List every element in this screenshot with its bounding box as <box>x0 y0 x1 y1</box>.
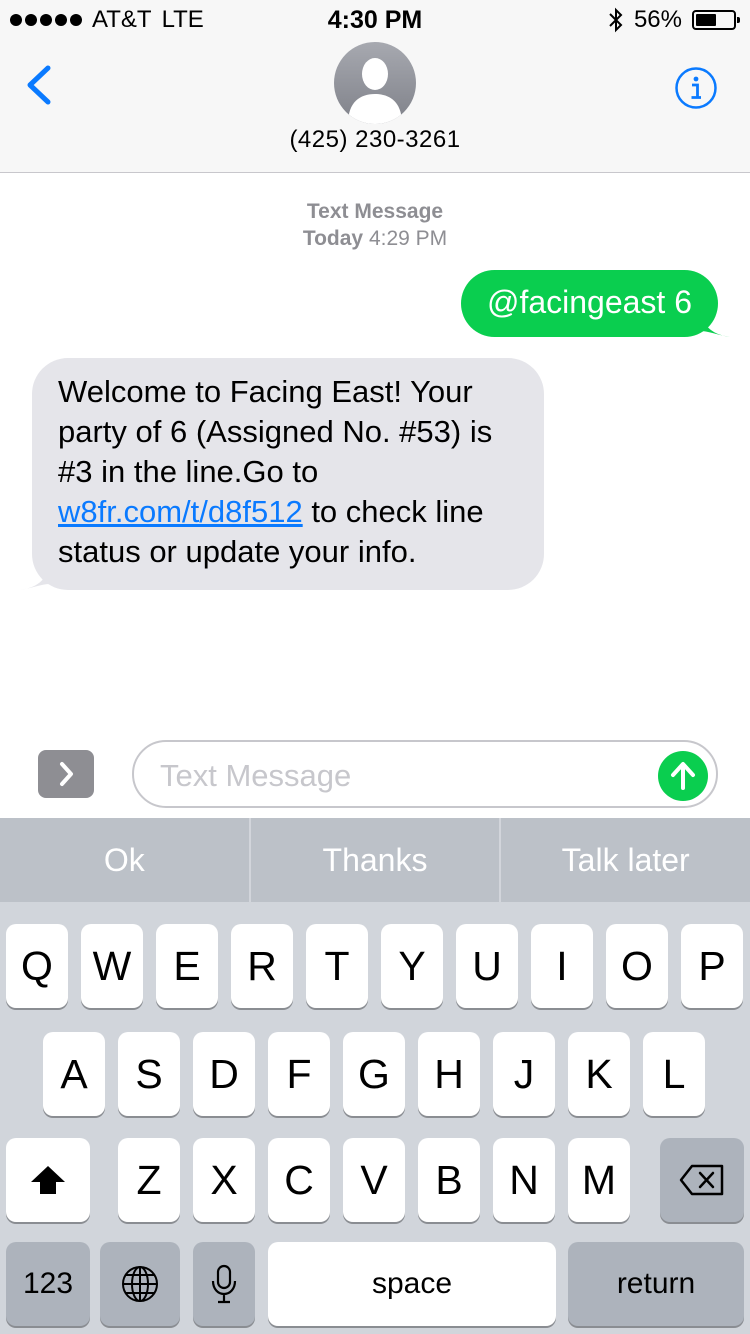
key-y[interactable]: Y <box>381 924 443 1008</box>
message-link[interactable]: w8fr.com/t/d8f512 <box>58 494 303 529</box>
key-r[interactable]: R <box>231 924 293 1008</box>
globe-icon <box>122 1266 158 1302</box>
key-x[interactable]: X <box>193 1138 255 1222</box>
key-s[interactable]: S <box>118 1032 180 1116</box>
day-label: Today <box>302 227 364 250</box>
quicktype-bar: Ok Thanks Talk later <box>0 818 750 902</box>
battery-percent: 56% <box>633 6 682 33</box>
space-key[interactable]: space <box>268 1242 556 1326</box>
contact-number[interactable]: (425) 230-3261 <box>0 126 750 154</box>
backspace-icon <box>679 1164 724 1196</box>
battery-icon <box>692 10 740 30</box>
keyboard: Q W E R T Y U I O P A S D F G H J K L Z … <box>0 902 750 1334</box>
incoming-text-start: Welcome to Facing East! Your party of 6 … <box>58 374 493 489</box>
person-silhouette-icon <box>348 58 402 124</box>
message-input[interactable]: Text Message <box>132 740 718 808</box>
message-input-placeholder: Text Message <box>160 758 352 793</box>
globe-key[interactable] <box>100 1242 180 1326</box>
key-p[interactable]: P <box>681 924 743 1008</box>
chevron-right-icon <box>60 762 73 786</box>
key-j[interactable]: J <box>493 1032 555 1116</box>
key-d[interactable]: D <box>193 1032 255 1116</box>
incoming-message-bubble[interactable]: Welcome to Facing East! Your party of 6 … <box>20 358 544 590</box>
key-v[interactable]: V <box>343 1138 405 1222</box>
key-m[interactable]: M <box>568 1138 630 1222</box>
date-time-line: Today 4:29 PM <box>0 225 750 252</box>
key-g[interactable]: G <box>343 1032 405 1116</box>
key-t[interactable]: T <box>306 924 368 1008</box>
key-e[interactable]: E <box>156 924 218 1008</box>
key-k[interactable]: K <box>568 1032 630 1116</box>
key-z[interactable]: Z <box>118 1138 180 1222</box>
key-o[interactable]: O <box>606 924 668 1008</box>
info-icon[interactable] <box>674 66 718 110</box>
suggestion-thanks[interactable]: Thanks <box>251 818 500 902</box>
key-w[interactable]: W <box>81 924 143 1008</box>
key-n[interactable]: N <box>493 1138 555 1222</box>
shift-key[interactable] <box>6 1138 90 1222</box>
key-q[interactable]: Q <box>6 924 68 1008</box>
suggestion-talk-later[interactable]: Talk later <box>501 818 750 902</box>
conversation-header: (425) 230-3261 <box>0 40 750 173</box>
status-bar: AT&T LTE 4:30 PM 56% <box>0 0 750 40</box>
key-h[interactable]: H <box>418 1032 480 1116</box>
message-timestamp: Text Message Today 4:29 PM <box>0 198 750 252</box>
bubble-tail <box>20 560 50 590</box>
key-f[interactable]: F <box>268 1032 330 1116</box>
shift-arrow-icon <box>31 1166 65 1194</box>
bubble-tail <box>700 307 730 337</box>
key-b[interactable]: B <box>418 1138 480 1222</box>
microphone-icon <box>211 1264 237 1304</box>
service-label: Text Message <box>306 200 444 223</box>
apps-drawer-button[interactable] <box>38 750 94 798</box>
numbers-key[interactable]: 123 <box>6 1242 90 1326</box>
chevron-left-icon[interactable] <box>18 62 64 108</box>
key-l[interactable]: L <box>643 1032 705 1116</box>
suggestion-ok[interactable]: Ok <box>0 818 249 902</box>
dictation-key[interactable] <box>193 1242 255 1326</box>
status-right: 56% <box>608 6 740 34</box>
outgoing-message-bubble[interactable]: @facingeast 6 <box>460 270 730 337</box>
time-label: 4:29 PM <box>368 227 448 250</box>
contact-avatar[interactable] <box>334 42 416 124</box>
delete-key[interactable] <box>660 1138 744 1222</box>
return-key[interactable]: return <box>568 1242 744 1326</box>
key-c[interactable]: C <box>268 1138 330 1222</box>
key-u[interactable]: U <box>456 924 518 1008</box>
send-button[interactable] <box>658 751 708 801</box>
bluetooth-icon <box>609 7 623 33</box>
key-i[interactable]: I <box>531 924 593 1008</box>
key-a[interactable]: A <box>43 1032 105 1116</box>
outgoing-message-text: @facingeast 6 <box>486 284 692 320</box>
arrow-up-icon <box>671 762 695 790</box>
